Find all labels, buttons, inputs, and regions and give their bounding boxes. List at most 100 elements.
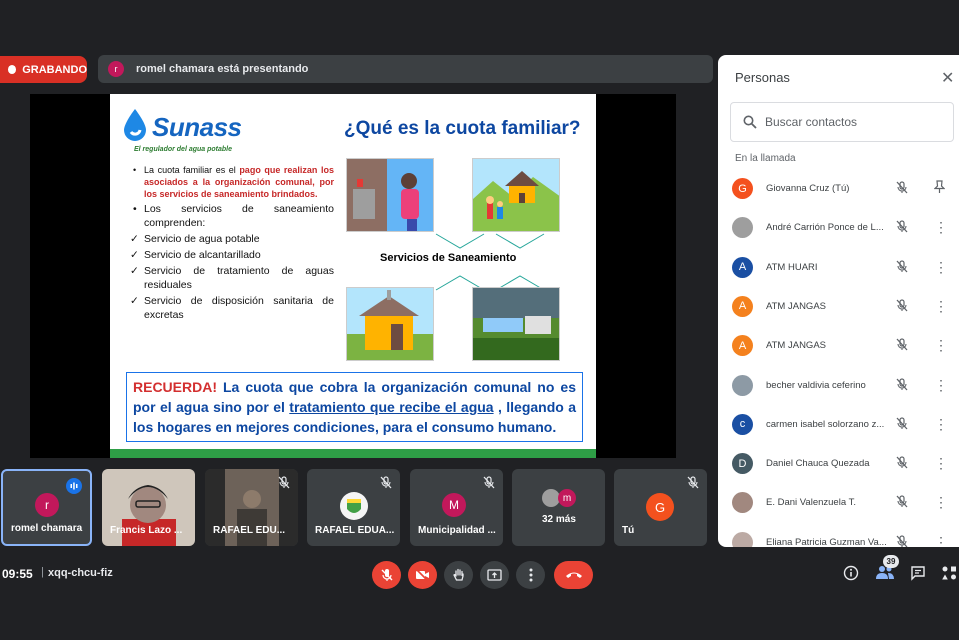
reminder-box: RECUERDA! La cuota que cobra la organiza… (126, 372, 583, 442)
participant-tile[interactable]: RAFAEL EDU... (205, 469, 298, 546)
services-label: Servicios de Saneamiento (380, 252, 517, 264)
participant-row[interactable]: becher valdivia ceferino ⋮ (718, 366, 959, 405)
mic-off-icon (896, 535, 908, 547)
speaking-indicator-icon (66, 478, 82, 494)
participant-row[interactable]: G Giovanna Cruz (Tú) (718, 169, 959, 208)
avatar: G (646, 493, 674, 521)
mic-off-icon (896, 377, 908, 394)
latrine-illustration (346, 287, 434, 361)
clock-time: 09:55 (2, 567, 33, 581)
handwashing-illustration (346, 158, 434, 232)
participant-row[interactable]: c carmen isabel solorzano z... ⋮ (718, 405, 959, 444)
mic-off-icon (381, 569, 392, 581)
participant-name: Giovanna Cruz (Tú) (766, 183, 850, 194)
participant-tile[interactable]: RAFAEL EDUA... (307, 469, 400, 546)
slide-footer-bar (110, 449, 596, 458)
participant-row[interactable]: André Carrión Ponce de L... ⋮ (718, 208, 959, 247)
mic-off-icon (896, 456, 908, 472)
more-options-icon[interactable]: ⋮ (934, 377, 948, 394)
mic-off-icon (687, 476, 699, 494)
bullet-services: Los servicios de saneamiento comprenden: (130, 202, 334, 230)
mic-off-icon (896, 299, 908, 315)
raise-hand-button[interactable] (444, 561, 473, 589)
mic-off-icon (896, 456, 908, 469)
avatar (732, 492, 753, 514)
in-call-section-label: En la llamada (735, 153, 796, 164)
participant-row[interactable]: A ATM JANGAS ⋮ (718, 287, 959, 326)
mic-off-icon (896, 259, 908, 273)
more-options-icon[interactable]: ⋮ (934, 416, 948, 433)
participant-row[interactable]: A ATM HUARI ⋮ (718, 248, 959, 287)
participants-count-badge: 39 (883, 555, 899, 568)
tile-name: romel chamara (11, 523, 83, 534)
participant-tile[interactable]: G Tú (614, 469, 707, 546)
more-options-icon[interactable]: ⋮ (934, 298, 948, 315)
meeting-info-button[interactable] (843, 565, 859, 586)
more-options-icon[interactable]: ⋮ (934, 259, 948, 276)
record-dot-icon (8, 65, 17, 74)
participant-row[interactable]: D Daniel Chauca Quezada ⋮ (718, 444, 959, 483)
participant-name: Eliana Patricia Guzman Va... (766, 536, 887, 547)
avatar: m (558, 489, 576, 507)
check-item: Servicio de tratamiento de aguas residua… (130, 264, 334, 292)
mic-off-icon (896, 338, 908, 354)
check-item: Servicio de agua potable (130, 232, 334, 246)
mic-off-icon (896, 299, 908, 312)
presenter-avatar: r (108, 61, 124, 77)
reminder-label: RECUERDA! (133, 379, 217, 395)
participant-tile[interactable]: m 32 más (512, 469, 605, 546)
participant-name: ATM JANGAS (766, 340, 826, 352)
latrine-image (347, 288, 433, 360)
participant-name: E. Dani Valenzuela T. (766, 497, 856, 509)
more-options-icon[interactable]: ⋮ (934, 494, 948, 511)
mic-off-icon (896, 220, 908, 233)
mic-off-icon (380, 476, 392, 494)
treatment-plant-image (473, 288, 559, 360)
brand-name: Sunass (152, 112, 242, 142)
brand-tagline: El regulador del agua potable (134, 146, 233, 153)
participant-name: ATM HUARI (766, 261, 818, 273)
house-illustration (472, 158, 560, 232)
chat-button[interactable] (910, 565, 926, 586)
avatar: r (35, 493, 59, 517)
more-options-icon[interactable]: ⋮ (934, 455, 948, 472)
mic-off-icon (896, 181, 908, 197)
avatar: A (732, 335, 753, 357)
participant-name: ATM JANGAS (766, 300, 826, 312)
close-icon[interactable]: ✕ (941, 68, 954, 88)
participant-name: Daniel Chauca Quezada (766, 458, 870, 470)
mic-off-icon (896, 181, 908, 194)
presenting-text: romel chamara está presentando (136, 63, 309, 75)
activities-button[interactable] (941, 565, 957, 586)
meeting-code: xqq-chcu-fiz (48, 567, 113, 579)
chat-icon (911, 566, 925, 581)
panel-title: Personas (735, 70, 790, 85)
activities-icon (942, 566, 956, 580)
more-options-icon[interactable]: ⋮ (934, 219, 948, 236)
present-screen-button[interactable] (480, 561, 509, 589)
participant-name: becher valdivia ceferino (766, 379, 866, 391)
bullet-definition-text: La cuota familiar es el (144, 165, 240, 175)
participant-row[interactable]: A ATM JANGAS ⋮ (718, 326, 959, 365)
tile-name: RAFAEL EDU... (213, 525, 286, 536)
more-options-icon[interactable]: ⋮ (934, 534, 948, 547)
avatar (732, 531, 753, 547)
participant-tile[interactable]: r romel chamara (1, 469, 92, 546)
pin-icon[interactable] (933, 180, 946, 197)
avatar: A (732, 256, 753, 278)
leave-call-button[interactable] (554, 561, 593, 589)
mic-toggle-button[interactable] (372, 561, 401, 589)
search-contacts-input[interactable]: Buscar contactos (730, 102, 954, 142)
people-button[interactable] (875, 565, 895, 585)
participant-row[interactable]: E. Dani Valenzuela T. ⋮ (718, 483, 959, 522)
more-options-icon[interactable]: ⋮ (934, 337, 948, 354)
participant-tile[interactable]: Francis Lazo ... (102, 469, 195, 546)
more-options-button[interactable] (516, 561, 545, 589)
participant-row[interactable]: Eliana Patricia Guzman Va... ⋮ (718, 523, 959, 547)
camera-toggle-button[interactable] (408, 561, 437, 589)
recording-indicator: GRABANDO (0, 56, 87, 83)
participant-tile[interactable]: M Municipalidad ... (410, 469, 503, 546)
municipal-emblem-icon (340, 492, 368, 520)
avatar: G (732, 178, 753, 199)
mic-off-icon (896, 377, 908, 390)
